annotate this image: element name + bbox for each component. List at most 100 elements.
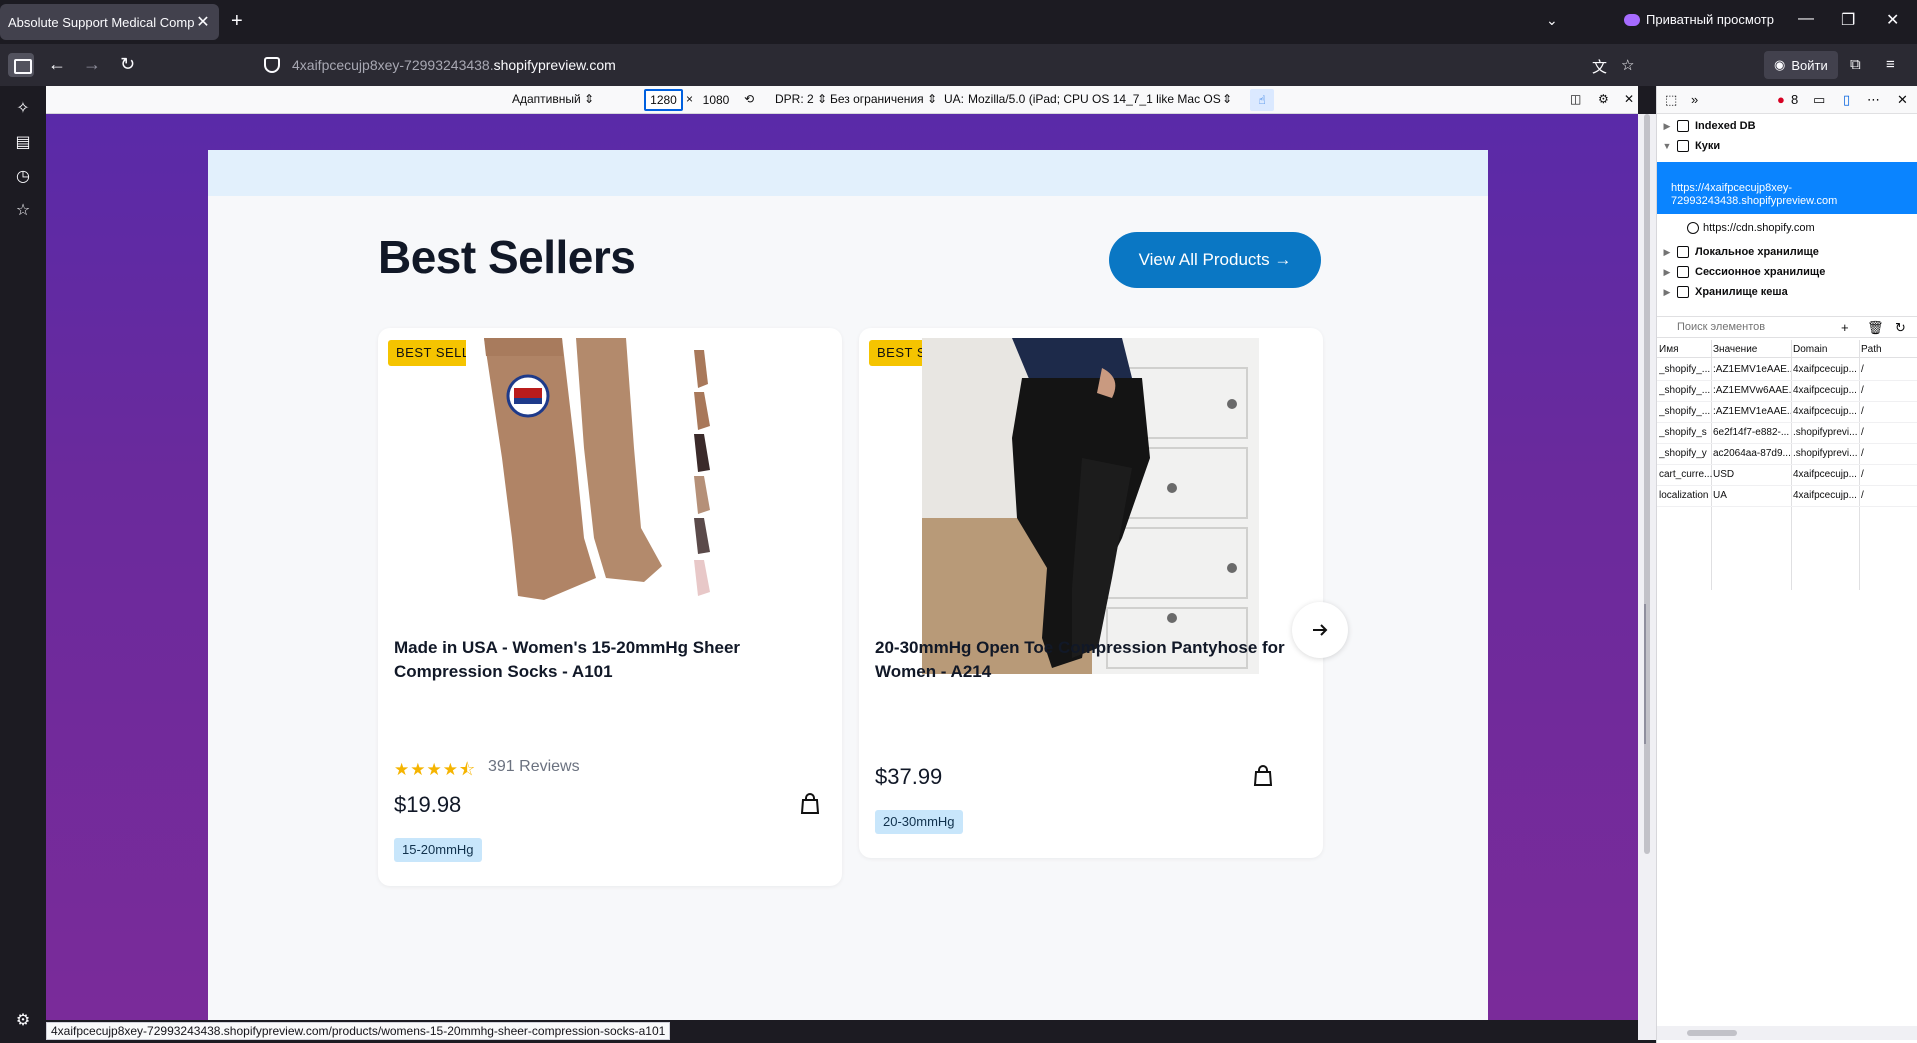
device-selector[interactable]: Адаптивный ⇕: [512, 92, 594, 106]
tab-bar: Absolute Support Medical Compres ✕ + ⌄ П…: [0, 0, 1917, 44]
active-tab[interactable]: Absolute Support Medical Compres ✕: [0, 4, 219, 40]
tree-item-selected-origin[interactable]: https://4xaifpcecujp8xey- 72993243438.sh…: [1657, 162, 1917, 214]
cell-value: :AZ1EMVw6AAE...: [1713, 385, 1791, 396]
product-title[interactable]: Made in USA - Women's 15-20mmHg Sheer Co…: [394, 636, 814, 684]
cell-path: /: [1861, 448, 1864, 459]
sign-in-button[interactable]: ◉ Войти: [1764, 51, 1838, 79]
element-picker-icon[interactable]: ⬚: [1665, 92, 1677, 108]
expand-arrow-icon[interactable]: ▶: [1661, 121, 1673, 132]
list-all-tabs-icon[interactable]: ⌄: [1546, 12, 1558, 29]
table-row[interactable]: _shopify_...:AZ1EMV1eAAE... 4xaifpcecujp.…: [1657, 402, 1917, 423]
tree-item-session-storage[interactable]: ▶ Сессионное хранилище: [1657, 262, 1917, 282]
sidebar-toggle-icon[interactable]: [8, 53, 34, 77]
rdm-settings-icon[interactable]: ⚙: [1598, 92, 1609, 106]
history-icon[interactable]: ◷: [13, 166, 33, 186]
scroll-indicator: [1644, 604, 1646, 744]
viewport-scrollbar[interactable]: [1638, 114, 1656, 1040]
table-row[interactable]: _shopify_...:AZ1EMV1eAAE... 4xaifpcecujp.…: [1657, 360, 1917, 381]
tree-item-cache-storage[interactable]: ▶ Хранилище кеша: [1657, 282, 1917, 302]
touch-simulation-icon[interactable]: ☝: [1250, 89, 1274, 111]
cell-path: /: [1861, 364, 1864, 375]
devtools-storage-panel: ⬚ » ● 8 ▭ ▯ ⋯ ✕ ▶ Indexed DB ▼ Куки https:…: [1656, 86, 1917, 1043]
bookmarks-icon[interactable]: ☆: [13, 200, 33, 220]
globe-icon: [1687, 222, 1699, 234]
dpr-selector[interactable]: DPR: 2 ⇕: [775, 92, 827, 106]
more-tools-icon[interactable]: »: [1691, 92, 1698, 107]
cell-path: /: [1861, 406, 1864, 417]
new-tab-button[interactable]: +: [231, 10, 243, 33]
collapse-arrow-icon[interactable]: ▼: [1661, 141, 1673, 151]
table-row[interactable]: _shopify_...:AZ1EMVw6AAE... 4xaifpcecujp.…: [1657, 381, 1917, 402]
close-rdm-icon[interactable]: ✕: [1624, 92, 1634, 106]
delete-item-icon[interactable]: 🗑: [1867, 320, 1884, 336]
expand-arrow-icon[interactable]: ▶: [1661, 267, 1673, 278]
back-icon[interactable]: ←: [48, 54, 66, 75]
forward-icon[interactable]: →: [83, 54, 101, 75]
rotate-viewport-icon[interactable]: ⟲: [744, 92, 754, 106]
table-row[interactable]: cart_curre... USD 4xaifpcecujp... /: [1657, 465, 1917, 486]
ai-chatbot-icon[interactable]: ✧: [13, 98, 33, 118]
cell-name: _shopify_y: [1659, 448, 1707, 459]
translate-icon[interactable]: 文: [1592, 56, 1607, 77]
expand-arrow-icon[interactable]: ▶: [1661, 247, 1673, 258]
viewport-height-input[interactable]: 1080: [696, 89, 736, 111]
review-count[interactable]: 391 Reviews: [488, 758, 580, 776]
app-menu-icon[interactable]: ≡: [1886, 56, 1895, 73]
top-banner-band: [208, 150, 1488, 196]
viewport-width-input[interactable]: 1280: [644, 89, 683, 111]
extensions-icon[interactable]: ⧉: [1850, 56, 1861, 73]
tree-item-local-storage[interactable]: ▶ Локальное хранилище: [1657, 242, 1917, 262]
reload-icon[interactable]: ↻: [120, 54, 135, 75]
column-header-value[interactable]: Значение: [1713, 344, 1791, 355]
cell-value: USD: [1713, 469, 1735, 480]
responsive-mode-icon[interactable]: ▭: [1813, 92, 1825, 108]
devtools-menu-icon[interactable]: ⋯: [1867, 92, 1880, 108]
restore-icon[interactable]: ❐: [1841, 10, 1855, 30]
add-to-cart-bag-icon[interactable]: [798, 792, 822, 816]
table-row[interactable]: _shopify_s 6e2f14f7-e882-... .shopifyprevi…: [1657, 423, 1917, 444]
url-bar[interactable]: 4xaifpcecujp8xey-72993243438. shopifyprev…: [264, 50, 1624, 80]
scrollbar-thumb[interactable]: [1687, 1030, 1737, 1036]
column-header-path[interactable]: Path: [1861, 344, 1915, 355]
cell-name: _shopify_...: [1659, 406, 1711, 417]
user-agent-selector[interactable]: ⇕: [1222, 92, 1232, 106]
product-title[interactable]: 20-30mmHg Open Toe Compression Pantyhose…: [875, 636, 1295, 684]
view-all-products-button[interactable]: View All Products →: [1109, 232, 1321, 288]
screenshot-icon[interactable]: ◫: [1570, 92, 1581, 106]
tab-close-icon[interactable]: ✕: [195, 12, 211, 32]
error-count[interactable]: 8: [1791, 92, 1798, 107]
cell-name: localization: [1659, 490, 1709, 501]
synced-tabs-icon[interactable]: ▤: [13, 132, 33, 152]
expand-arrow-icon[interactable]: ▶: [1661, 287, 1673, 298]
user-agent-input[interactable]: Mozilla/5.0 (iPad; CPU OS 14_7_1 like Ma…: [968, 92, 1221, 106]
storage-icon: [1677, 140, 1689, 152]
network-throttling-selector[interactable]: Без ограничения ⇕: [830, 92, 937, 106]
bookmark-star-icon[interactable]: ☆: [1621, 56, 1634, 74]
column-header-domain[interactable]: Domain: [1793, 344, 1861, 355]
tracking-protection-icon[interactable]: [264, 57, 280, 73]
add-to-cart-bag-icon[interactable]: [1251, 764, 1275, 788]
devtools-horizontal-scrollbar[interactable]: [1657, 1026, 1917, 1040]
window-close-icon[interactable]: ✕: [1886, 10, 1899, 30]
minimize-icon[interactable]: —: [1798, 10, 1814, 28]
cell-domain: 4xaifpcecujp...: [1793, 406, 1857, 417]
tree-item-cookies[interactable]: ▼ Куки: [1657, 136, 1917, 156]
dock-side-icon[interactable]: ▯: [1843, 92, 1850, 108]
table-row[interactable]: localization UA 4xaifpcecujp... /: [1657, 486, 1917, 507]
tree-item-indexed-db[interactable]: ▶ Indexed DB: [1657, 116, 1917, 136]
error-icon[interactable]: ●: [1777, 92, 1785, 107]
column-header-name[interactable]: Имя: [1659, 344, 1713, 355]
table-row[interactable]: _shopify_y ac2064aa-87d9... .shopifyprevi.…: [1657, 444, 1917, 465]
add-item-icon[interactable]: +: [1841, 320, 1849, 335]
tree-item-cdn-origin[interactable]: https://cdn.shopify.com: [1687, 222, 1815, 234]
product-image[interactable]: [466, 338, 750, 614]
refresh-items-icon[interactable]: ↻: [1895, 320, 1906, 336]
close-devtools-icon[interactable]: ✕: [1897, 92, 1908, 108]
cell-name: _shopify_...: [1659, 385, 1711, 396]
product-image[interactable]: [922, 338, 1259, 674]
product-card[interactable]: BEST SELLER Made in USA - Women's 15-20m…: [378, 328, 842, 886]
carousel-next-button[interactable]: [1292, 602, 1348, 658]
sidebar-settings-icon[interactable]: ⚙: [13, 1010, 33, 1030]
product-card[interactable]: BEST SELLER 20-30mmHg Open Toe Compressi…: [859, 328, 1323, 858]
storage-icon: [1677, 246, 1689, 258]
